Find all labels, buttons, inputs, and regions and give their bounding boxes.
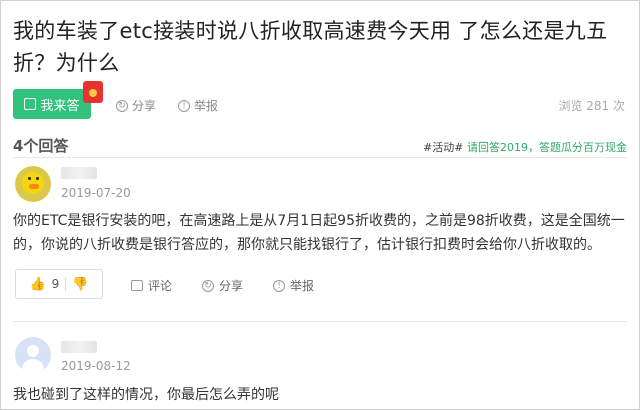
like-count: 9 [51, 277, 60, 291]
answer-date: 2019-07-20 [61, 186, 131, 200]
username-blurred[interactable] [61, 341, 97, 353]
share-icon: ↻ [116, 99, 128, 112]
question-title: 我的车装了etc接装时说八折收取高速费今天用 了怎么还是九五折？为什么 [13, 19, 608, 75]
activity-banner[interactable]: #活动# 请回答2019，答题瓜分百万现金 [423, 139, 627, 155]
answer-report-button[interactable]: ! 举报 [273, 277, 314, 294]
default-user-icon [27, 345, 39, 357]
answer-button[interactable]: 我来答 [13, 89, 91, 119]
question-report-button[interactable]: ! 举报 [178, 97, 218, 114]
answer-count: 4个回答 [13, 137, 69, 155]
username-blurred[interactable] [61, 167, 97, 179]
comment-icon [131, 280, 143, 291]
vote-box: 👍 9 👎 [15, 269, 103, 299]
answer-text: 我也碰到了这样的情况，你最后怎么弄的呢 [13, 387, 279, 403]
divider [13, 157, 627, 158]
divider [13, 321, 627, 322]
avatar[interactable] [15, 337, 51, 373]
red-envelope-icon [83, 81, 103, 103]
answer-date: 2019-08-12 [61, 359, 131, 373]
view-count: 浏览 281 次 [558, 99, 625, 113]
activity-text: 请回答2019，答题瓜分百万现金 [463, 141, 627, 154]
activity-tag: #活动# [423, 141, 464, 154]
comment-label: 评论 [148, 279, 173, 293]
report-icon: ! [178, 99, 191, 112]
share-icon: ↻ [202, 279, 215, 292]
share-label: 分享 [219, 279, 244, 293]
comment-button[interactable]: 评论 [131, 277, 172, 294]
avatar[interactable] [15, 166, 51, 202]
answer-share-button[interactable]: ↻ 分享 [202, 277, 243, 294]
report-label: 举报 [194, 99, 219, 113]
answer-button-label: 我来答 [40, 98, 80, 114]
report-icon: ! [273, 279, 286, 292]
question-actions: ↻ 分享 ! 举报 [116, 97, 218, 114]
duck-avatar-icon [22, 172, 44, 194]
report-label: 举报 [290, 279, 315, 293]
answer-text: 你的ETC是银行安装的吧，在高速路上是从7月1日起95折收费的，之前是98折收费… [13, 213, 625, 253]
thumbs-down-icon[interactable]: 👎 [72, 277, 88, 292]
edit-icon [24, 98, 37, 110]
answer-actions: 评论 ↻ 分享 ! 举报 [131, 277, 314, 294]
thumbs-up-icon[interactable]: 👍 [29, 277, 45, 292]
share-label: 分享 [132, 99, 157, 113]
question-share-button[interactable]: ↻ 分享 [116, 97, 156, 114]
